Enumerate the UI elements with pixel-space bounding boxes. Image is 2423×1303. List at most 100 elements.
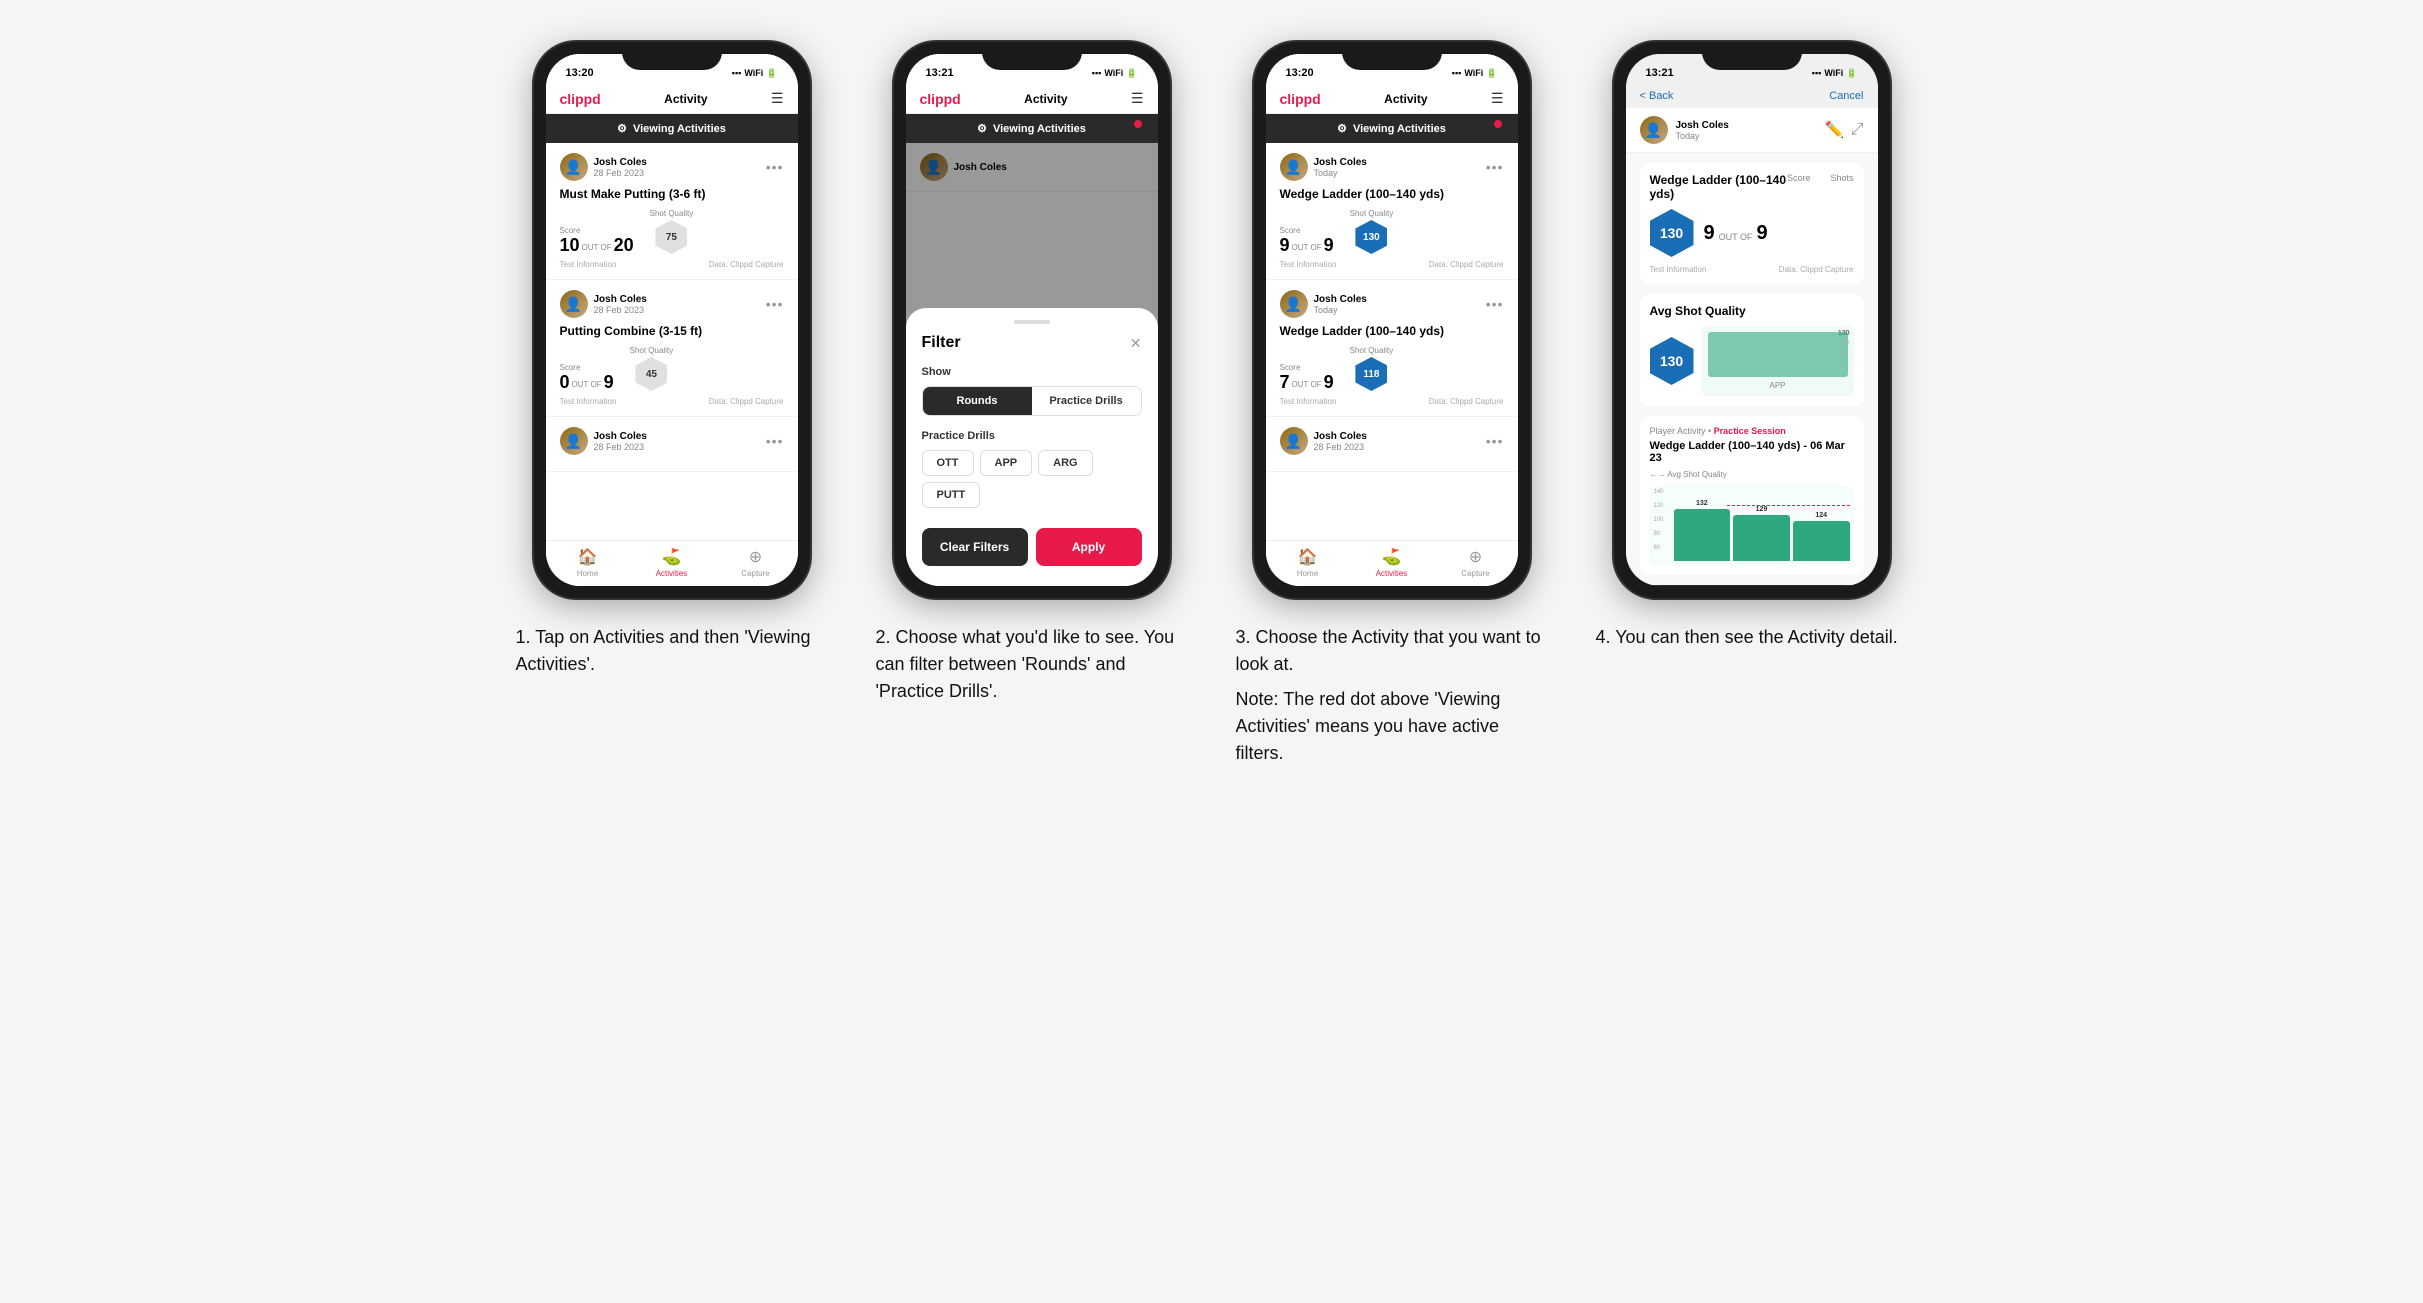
more-dots-1-1[interactable]: ••• [766, 159, 784, 175]
phone-frame-1: 13:20 ▪▪▪ WiFi 🔋 clippd Activity ☰ ⚙ [532, 40, 812, 600]
user-name-1-2: Josh Coles [594, 294, 647, 305]
activity-card-3-2[interactable]: 👤 Josh Coles Today ••• Wedge Ladder (100… [1266, 280, 1518, 417]
avg-sq-title-4: Avg Shot Quality [1650, 304, 1854, 318]
drill-app-2[interactable]: APP [980, 450, 1033, 476]
activity-card-3-3[interactable]: 👤 Josh Coles 28 Feb 2023 ••• [1266, 417, 1518, 472]
drill-ott-2[interactable]: OTT [922, 450, 974, 476]
card-user-3-2: 👤 Josh Coles Today [1280, 290, 1367, 318]
phone-screen-2: 13:21 ▪▪▪ WiFi 🔋 clippd Activity ☰ ⚙ [906, 54, 1158, 586]
more-dots-3-3[interactable]: ••• [1486, 433, 1504, 449]
sq-badge-1-1: 75 [655, 220, 687, 254]
hamburger-icon-1[interactable]: ☰ [771, 90, 784, 107]
activity-card-1-2[interactable]: 👤 Josh Coles 28 Feb 2023 ••• Putting Com… [546, 280, 798, 417]
card-footer-3-2: Test Information Data: Clippd Capture [1280, 397, 1504, 406]
apply-button-2[interactable]: Apply [1036, 528, 1142, 566]
card-title-1-1: Must Make Putting (3-6 ft) [560, 187, 784, 201]
score-block-3-1: Score 9 OUT OF 9 [1280, 226, 1334, 254]
card-user-row-3-1: 👤 Josh Coles Today ••• [1280, 153, 1504, 181]
more-dots-3-2[interactable]: ••• [1486, 296, 1504, 312]
activity-header-2[interactable]: ⚙ Viewing Activities [906, 114, 1158, 143]
more-dots-1-3[interactable]: ••• [766, 433, 784, 449]
activity-card-1-1[interactable]: 👤 Josh Coles 28 Feb 2023 ••• Must Make P… [546, 143, 798, 280]
user-name-3-2: Josh Coles [1314, 294, 1367, 305]
screen1-cards: 👤 Josh Coles 28 Feb 2023 ••• Must Make P… [546, 143, 798, 540]
more-dots-1-2[interactable]: ••• [766, 296, 784, 312]
modal-title-2: Filter [922, 334, 961, 352]
nav-capture-3[interactable]: ⊕ Capture [1434, 547, 1518, 578]
more-dots-3-1[interactable]: ••• [1486, 159, 1504, 175]
wifi-icon: WiFi [744, 68, 763, 78]
card-user-1-1: 👤 Josh Coles 28 Feb 2023 [560, 153, 647, 181]
battery-icon: 🔋 [766, 68, 777, 79]
score-card-4: Wedge Ladder (100–140 yds) Score Shots 1… [1640, 163, 1864, 284]
modal-header-2: Filter ✕ [922, 334, 1142, 352]
card-user-row-1-2: 👤 Josh Coles 28 Feb 2023 ••• [560, 290, 784, 318]
tab-practice-2[interactable]: Practice Drills [1032, 387, 1141, 415]
nav-activities-3[interactable]: ⛳ Activities [1350, 547, 1434, 578]
back-to-activities-btn-4[interactable]: Back to Activities [1640, 585, 1864, 586]
activity-card-1-3[interactable]: 👤 Josh Coles 28 Feb 2023 ••• [546, 417, 798, 472]
hamburger-icon-2[interactable]: ☰ [1131, 90, 1144, 107]
card-footer-4: Test Information Data: Clippd Capture [1650, 265, 1854, 274]
modal-close-2[interactable]: ✕ [1130, 335, 1142, 352]
detail-header-4: < Back Cancel [1626, 84, 1878, 108]
session-title-4: Wedge Ladder (100–140 yds) - 06 Mar 23 [1650, 440, 1854, 464]
bar-2-4: 129 [1733, 506, 1790, 561]
info-left-3-2: Test Information [1280, 397, 1337, 406]
show-label-2: Show [922, 366, 1142, 378]
score-shots-row-4: 9 OUT OF 9 [1704, 222, 1768, 245]
practice-session-card-4: Player Activity • Practice Session Wedge… [1640, 416, 1864, 575]
avatar-1-1: 👤 [560, 153, 588, 181]
nav-activities-1[interactable]: ⛳ Activities [630, 547, 714, 578]
card-footer-3-1: Test Information Data: Clippd Capture [1280, 260, 1504, 269]
avatar-1-3: 👤 [560, 427, 588, 455]
red-dot-2 [1134, 120, 1142, 128]
user-info-1-3: Josh Coles 28 Feb 2023 [594, 431, 647, 452]
nav-activities-label-3: Activities [1376, 569, 1408, 578]
score-block-1-2: Score 0 OUT OF 9 [560, 363, 614, 391]
page-container: 13:20 ▪▪▪ WiFi 🔋 clippd Activity ☰ ⚙ [512, 40, 1912, 775]
nav-capture-label-1: Capture [741, 569, 769, 578]
wifi-icon-4: WiFi [1824, 68, 1843, 78]
detail-stats-row-4: 130 9 OUT OF 9 [1650, 209, 1854, 257]
shots-val-1-1: 20 [614, 236, 634, 254]
status-time-4: 13:21 [1646, 67, 1674, 79]
battery-icon-3: 🔋 [1486, 68, 1497, 79]
nav-home-1[interactable]: 🏠 Home [546, 547, 630, 578]
sq-badge-large-4: 130 [1650, 209, 1694, 257]
filter-icon-3: ⚙ [1337, 122, 1347, 135]
edit-icon-4[interactable]: ✏️ [1825, 120, 1845, 140]
activity-card-3-1[interactable]: 👤 Josh Coles Today ••• Wedge Ladder (100… [1266, 143, 1518, 280]
outof-label-4: OUT OF [1719, 232, 1753, 245]
nav-home-label-1: Home [577, 569, 598, 578]
drill-arg-2[interactable]: ARG [1038, 450, 1092, 476]
nav-home-3[interactable]: 🏠 Home [1266, 547, 1350, 578]
info-left-1-1: Test Information [560, 260, 617, 269]
filter-actions-2: Clear Filters Apply [922, 528, 1142, 566]
step-text-4: 4. You can then see the Activity detail. [1592, 624, 1912, 651]
activity-header-1[interactable]: ⚙ Viewing Activities [546, 114, 798, 143]
detail-icons-4: ✏️ ⤢ [1825, 120, 1864, 140]
nav-capture-1[interactable]: ⊕ Capture [714, 547, 798, 578]
shots-val-1-2: 9 [604, 373, 614, 391]
tab-rounds-2[interactable]: Rounds [923, 387, 1032, 415]
score-val-1-1: 10 [560, 236, 580, 254]
shots-val-3-2: 9 [1324, 373, 1334, 391]
card-footer-1-2: Test Information Data: Clippd Capture [560, 397, 784, 406]
expand-icon-4[interactable]: ⤢ [1851, 121, 1864, 139]
capture-icon-1: ⊕ [749, 547, 762, 567]
activity-header-3[interactable]: ⚙ Viewing Activities [1266, 114, 1518, 143]
phone-notch-3 [1342, 42, 1442, 70]
battery-icon-4: 🔋 [1846, 68, 1857, 79]
status-icons-1: ▪▪▪ WiFi 🔋 [732, 68, 778, 79]
hamburger-icon-3[interactable]: ☰ [1491, 90, 1504, 107]
back-button-4[interactable]: < Back [1640, 90, 1674, 102]
activity-header-label-2: Viewing Activities [993, 123, 1086, 135]
detail-content-4: Wedge Ladder (100–140 yds) Score Shots 1… [1626, 153, 1878, 586]
cancel-button-4[interactable]: Cancel [1829, 90, 1863, 102]
user-info-3-2: Josh Coles Today [1314, 294, 1367, 315]
clear-filters-button-2[interactable]: Clear Filters [922, 528, 1028, 566]
drill-putt-2[interactable]: PUTT [922, 482, 981, 508]
bar-3-4: 124 [1793, 512, 1850, 561]
user-name-4: Josh Coles [1676, 120, 1729, 131]
